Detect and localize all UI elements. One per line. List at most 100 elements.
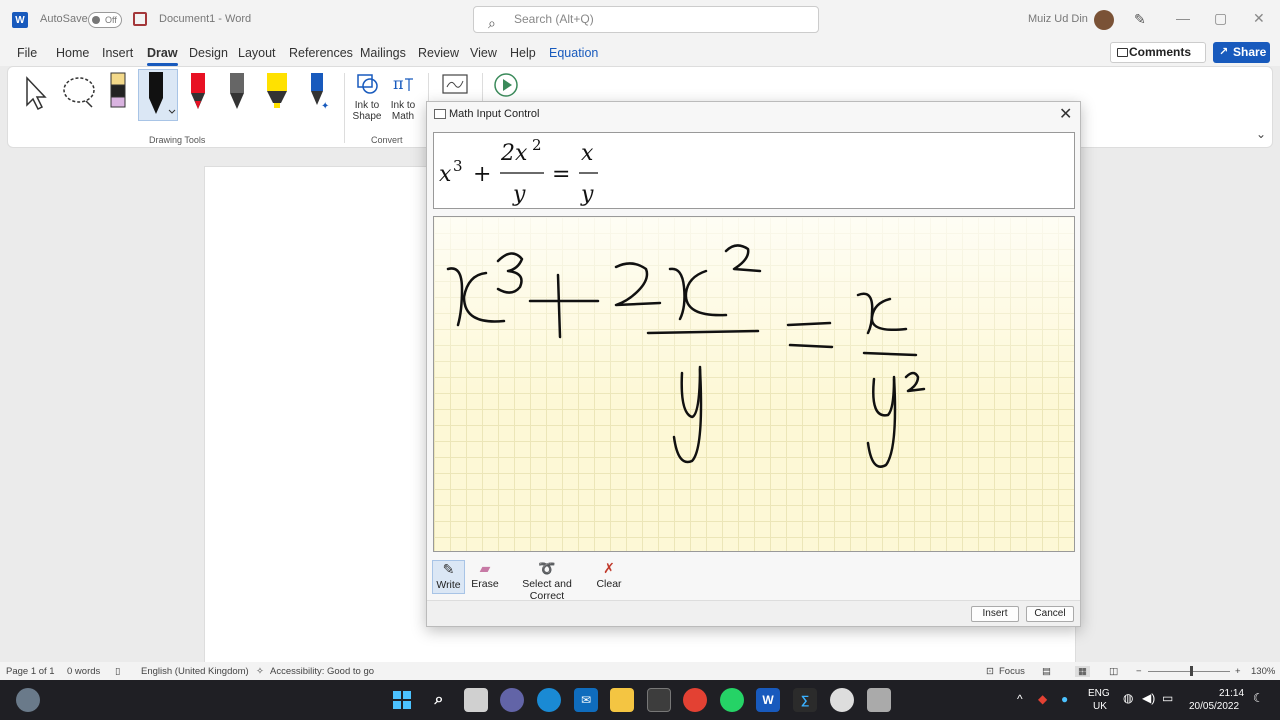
- start-icon[interactable]: [390, 688, 414, 712]
- ink-to-math-button[interactable]: Ink to Math: [386, 100, 420, 122]
- notifications-icon[interactable]: ☾: [1253, 691, 1264, 705]
- coauthoring-pen-icon[interactable]: ✎: [1134, 11, 1146, 28]
- preview-rhs-denominator: y: [580, 182, 594, 207]
- tab-review[interactable]: Review: [418, 46, 459, 60]
- print-layout-icon[interactable]: ▦: [1075, 666, 1090, 677]
- ink-to-shape-button[interactable]: Ink to Shape: [350, 100, 384, 122]
- tab-file[interactable]: File: [17, 46, 37, 60]
- comments-button[interactable]: Comments ⌄: [1110, 42, 1206, 78]
- zoom-slider-thumb[interactable]: [1190, 666, 1193, 676]
- preview-plus: +: [473, 162, 491, 187]
- ink-stroke: [680, 365, 702, 419]
- preview-exponent: 3: [453, 157, 463, 175]
- tab-equation[interactable]: Equation: [549, 46, 598, 60]
- drawing-canvas-icon[interactable]: [441, 73, 469, 97]
- eraser-icon[interactable]: [108, 71, 128, 111]
- tab-layout[interactable]: Layout: [238, 46, 276, 60]
- web-layout-icon[interactable]: ◫: [1109, 666, 1118, 677]
- minimize-icon[interactable]: —: [1176, 10, 1190, 26]
- clock-time[interactable]: 21:14: [1219, 688, 1244, 699]
- whatsapp-icon[interactable]: [720, 688, 744, 712]
- volume-icon[interactable]: ◀): [1142, 691, 1155, 705]
- network-icon[interactable]: ◍: [1123, 691, 1133, 705]
- microphone-icon[interactable]: ●: [1061, 692, 1068, 706]
- task-view-icon[interactable]: [464, 688, 488, 712]
- accessibility-icon[interactable]: ✧: [256, 666, 264, 677]
- preview-equals: =: [552, 162, 570, 187]
- write-tool-button[interactable]: ✎ Write: [432, 560, 465, 594]
- dialog-close-icon[interactable]: ✕: [1059, 104, 1072, 124]
- clock-date[interactable]: 20/05/2022: [1189, 701, 1239, 712]
- avatar[interactable]: [1094, 10, 1114, 30]
- language-bottom[interactable]: UK: [1093, 701, 1107, 712]
- erase-label: Erase: [471, 578, 499, 590]
- tab-draw[interactable]: Draw: [147, 46, 178, 66]
- clear-tool-button[interactable]: ✗ Clear: [594, 560, 624, 594]
- erase-tool-button[interactable]: ▰ Erase: [469, 560, 501, 594]
- app-icon[interactable]: [830, 688, 854, 712]
- math-input-taskbar-icon[interactable]: ∑: [793, 688, 817, 712]
- highlighter-icon[interactable]: [263, 71, 291, 113]
- save-icon[interactable]: [133, 12, 147, 26]
- user-name[interactable]: Muiz Ud Din: [1028, 13, 1088, 25]
- tab-insert[interactable]: Insert: [102, 46, 133, 60]
- select-and-correct-button[interactable]: ➰ Select and Correct: [505, 560, 589, 602]
- black-pen-tool[interactable]: [138, 69, 178, 121]
- pencil-icon[interactable]: [226, 71, 248, 113]
- status-bar: Page 1 of 1 0 words ▯ English (United Ki…: [0, 662, 1280, 680]
- title-bar: W AutoSave Off Document1 - Word ⌕ Search…: [0, 0, 1280, 40]
- tab-help[interactable]: Help: [510, 46, 536, 60]
- battery-icon[interactable]: ▭: [1162, 691, 1173, 705]
- tab-references[interactable]: References: [289, 46, 353, 60]
- mail-icon[interactable]: ✉: [574, 688, 598, 712]
- tray-overflow-icon[interactable]: ^: [1017, 692, 1023, 706]
- write-label: Write: [436, 579, 461, 591]
- language-top[interactable]: ENG: [1088, 688, 1110, 699]
- ink-replay-icon[interactable]: [492, 71, 520, 99]
- zoom-in-icon[interactable]: +: [1235, 666, 1241, 677]
- zoom-slider[interactable]: [1148, 671, 1230, 672]
- proofing-icon[interactable]: ▯: [115, 666, 120, 677]
- word-taskbar-icon[interactable]: W: [756, 688, 780, 712]
- antivirus-icon[interactable]: ◆: [1038, 692, 1047, 706]
- chrome-icon[interactable]: [683, 688, 707, 712]
- weather-icon[interactable]: [16, 688, 40, 712]
- language-indicator[interactable]: English (United Kingdom): [141, 666, 249, 677]
- word-logo-icon: W: [12, 12, 28, 28]
- tab-home[interactable]: Home: [56, 46, 89, 60]
- cancel-button[interactable]: Cancel: [1026, 606, 1074, 622]
- red-pen-icon[interactable]: [187, 71, 209, 113]
- edge-icon[interactable]: [537, 688, 561, 712]
- word-count[interactable]: 0 words: [67, 666, 100, 677]
- read-mode-icon[interactable]: ▤: [1042, 666, 1051, 677]
- focus-label[interactable]: Focus: [999, 666, 1025, 677]
- tab-design[interactable]: Design: [189, 46, 228, 60]
- lasso-select-icon[interactable]: [60, 75, 100, 111]
- app-icon[interactable]: [867, 688, 891, 712]
- page-count[interactable]: Page 1 of 1: [6, 666, 55, 677]
- ink-stroke: [788, 343, 834, 349]
- store-icon[interactable]: [647, 688, 671, 712]
- tab-view[interactable]: View: [470, 46, 497, 60]
- zoom-out-icon[interactable]: −: [1136, 666, 1142, 677]
- focus-icon[interactable]: ⊡: [986, 666, 994, 677]
- galaxy-pen-icon[interactable]: ✦: [305, 71, 331, 113]
- search-icon[interactable]: ⌕: [427, 688, 451, 712]
- tab-mailings[interactable]: Mailings: [360, 46, 406, 60]
- file-explorer-icon[interactable]: [610, 688, 634, 712]
- ink-to-shape-icon[interactable]: [356, 73, 380, 95]
- collapse-ribbon-chevron-icon[interactable]: ⌄: [1256, 127, 1266, 141]
- share-button[interactable]: Share: [1213, 42, 1270, 63]
- accessibility-status[interactable]: Accessibility: Good to go: [270, 666, 374, 677]
- search-input[interactable]: ⌕ Search (Alt+Q): [473, 6, 819, 33]
- select-arrow-icon[interactable]: [22, 75, 52, 111]
- zoom-level[interactable]: 130%: [1251, 666, 1275, 677]
- pen-icon: ✎: [442, 561, 455, 577]
- handwriting-canvas[interactable]: [433, 216, 1075, 552]
- maximize-icon[interactable]: ▢: [1214, 10, 1227, 27]
- ink-to-math-icon[interactable]: π: [391, 73, 417, 95]
- teams-chat-icon[interactable]: [500, 688, 524, 712]
- close-window-icon[interactable]: ✕: [1253, 10, 1265, 27]
- autosave-toggle[interactable]: Off: [88, 12, 122, 28]
- insert-button[interactable]: Insert: [971, 606, 1019, 622]
